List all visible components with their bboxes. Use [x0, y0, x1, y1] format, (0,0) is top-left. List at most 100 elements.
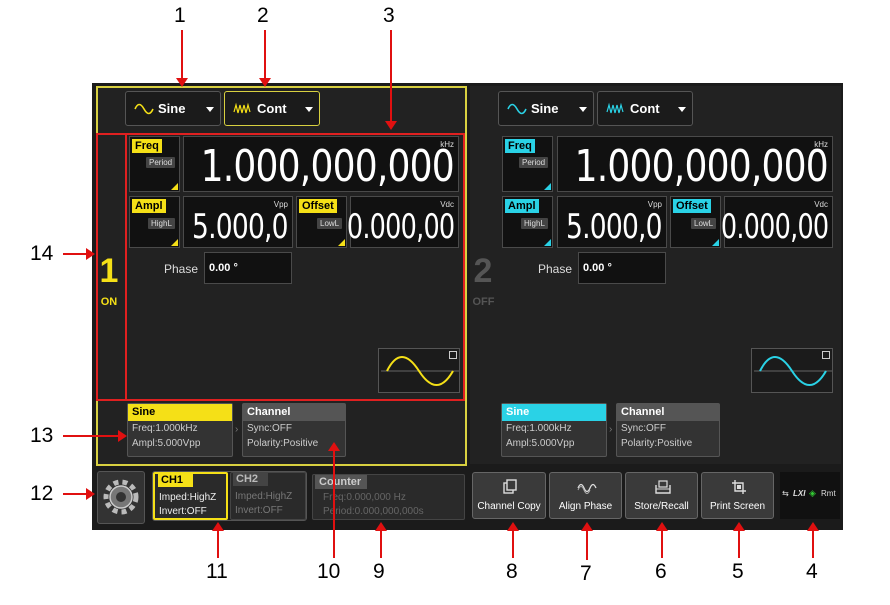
ch1-ampl-value-box[interactable]: Vpp 5.000,0 — [183, 196, 293, 248]
counter-title: Counter — [315, 475, 368, 489]
callout-arrowhead-7 — [581, 522, 593, 531]
store-recall-icon — [655, 480, 671, 494]
corner-triangle-icon — [338, 239, 345, 246]
ch1-freq-tab[interactable]: Freq Period — [129, 136, 180, 192]
ch1-offset-value: 0.000,00 — [346, 207, 454, 247]
ch1-channel-card-title: Channel — [243, 404, 345, 421]
ch2-freq-value-box[interactable]: kHz 1.000,000,000 — [557, 136, 833, 192]
store-recall-button[interactable]: Store/Recall — [625, 472, 698, 519]
ch2-period-label: Period — [519, 157, 549, 168]
lxi-icon: LXI — [793, 489, 806, 498]
ch1-mode-dropdown[interactable]: Cont — [224, 91, 320, 126]
align-phase-icon — [577, 483, 597, 494]
callout-7: 7 — [580, 562, 592, 585]
ch1-wave-info-card[interactable]: Sine Freq:1.000kHz Ampl:5.000Vpp — [127, 403, 233, 457]
ch2-number: 2 — [473, 252, 493, 290]
ch2-ampl-tab[interactable]: Ampl HighL — [502, 196, 553, 248]
ch1-freq-value-box[interactable]: kHz 1.000,000,000 — [183, 136, 459, 192]
callout-9: 9 — [373, 560, 385, 583]
ch2-mode-dropdown[interactable]: Cont — [597, 91, 693, 126]
edit-icon — [449, 351, 457, 359]
callout-11: 11 — [206, 560, 228, 583]
callout-10: 10 — [317, 560, 341, 583]
network-icon: ◈ — [809, 488, 816, 498]
ch2-phase-input[interactable]: 0.00 ° — [578, 252, 666, 284]
ch1-channel-card-sync: Sync:OFF — [247, 423, 293, 434]
utility-button[interactable] — [97, 471, 145, 524]
callout-arrowhead-4 — [807, 522, 819, 531]
ch1-waveform-preview[interactable] — [378, 348, 460, 393]
edit-icon — [822, 351, 830, 359]
corner-triangle-icon — [171, 183, 178, 190]
ch1-frame-divider — [125, 133, 127, 401]
counter-freq: Freq:0.000,000 Hz — [323, 492, 406, 503]
ch2-offset-label: Offset — [673, 199, 711, 213]
ch1-offset-value-box[interactable]: Vdc 0.000,00 — [346, 196, 459, 248]
callout-arrow-6 — [661, 530, 663, 558]
callout-6: 6 — [655, 560, 667, 583]
ch2-state: OFF — [472, 296, 495, 308]
ch1-mode-label: Cont — [257, 101, 287, 116]
ch2-offset-value: 0.000,00 — [720, 207, 828, 247]
ch1-tab-imped: Imped:HighZ — [159, 492, 217, 503]
ch2-wave-info-card[interactable]: Sine Freq:1.000kHz Ampl:5.000Vpp — [501, 403, 607, 457]
ch2-channel-info-card[interactable]: Channel Sync:OFF Polarity:Positive — [616, 403, 720, 457]
callout-12: 12 — [30, 482, 54, 505]
status-area: ⇆ LXI ◈ Rmt — [780, 472, 840, 519]
ch2-waveform-dropdown[interactable]: Sine — [498, 91, 594, 126]
callout-arrowhead-5 — [733, 522, 745, 531]
channel-copy-button[interactable]: Channel Copy — [472, 472, 546, 519]
corner-triangle-icon — [171, 239, 178, 246]
align-phase-label: Align Phase — [558, 501, 613, 512]
corner-triangle-icon — [544, 239, 551, 246]
ch1-number: 1 — [99, 252, 119, 290]
chevron-right-icon: › — [609, 424, 613, 435]
ch2-ampl-value-box[interactable]: Vpp 5.000,0 — [557, 196, 667, 248]
corner-triangle-icon — [544, 183, 551, 190]
callout-arrow-1 — [181, 30, 183, 80]
callout-1: 1 — [174, 4, 186, 27]
callout-arrow-11 — [217, 530, 219, 558]
ch2-offset-tab[interactable]: Offset LowL — [670, 196, 721, 248]
callout-arrow-10 — [333, 450, 335, 558]
print-screen-button[interactable]: Print Screen — [701, 472, 774, 519]
ch1-output-tab[interactable]: CH1 Imped:HighZ Invert:OFF — [153, 472, 228, 520]
ch1-phase-input[interactable]: 0.00 ° — [204, 252, 292, 284]
ch1-period-label: Period — [146, 157, 176, 168]
callout-arrow-5 — [738, 530, 740, 558]
callout-arrowhead-1 — [176, 78, 188, 87]
counter-period: Period:0.000,000,000s — [323, 506, 424, 517]
corner-triangle-icon — [712, 239, 719, 246]
ch1-state: ON — [100, 296, 118, 308]
print-screen-icon — [732, 480, 746, 494]
ch2-phase-label: Phase — [538, 262, 573, 276]
align-phase-button[interactable]: Align Phase — [549, 472, 622, 519]
callout-arrow-12 — [63, 493, 87, 495]
ch2-channel-card-title: Channel — [617, 404, 719, 421]
callout-arrowhead-6 — [656, 522, 668, 531]
callout-arrow-7 — [586, 530, 588, 560]
ch2-ampl-label: Ampl — [505, 199, 539, 213]
ch2-freq-label: Freq — [505, 139, 535, 153]
ch1-offset-tab[interactable]: Offset LowL — [296, 196, 347, 248]
ch1-tab-title: CH1 — [158, 474, 194, 487]
callout-arrow-4 — [812, 530, 814, 558]
ch1-ampl-tab[interactable]: Ampl HighL — [129, 196, 180, 248]
ch2-wave-card-freq: Freq:1.000kHz — [506, 423, 572, 434]
ch2-tab-title: CH2 — [233, 473, 269, 486]
burst-wave-icon — [606, 102, 624, 113]
ch1-waveform-dropdown[interactable]: Sine — [125, 91, 221, 126]
ch2-lowl-label: LowL — [691, 218, 717, 229]
ch2-offset-value-box[interactable]: Vdc 0.000,00 — [720, 196, 833, 248]
ch2-freq-tab[interactable]: Freq Period — [502, 136, 553, 192]
ch1-wave-card-freq: Freq:1.000kHz — [132, 423, 198, 434]
callout-8: 8 — [506, 560, 518, 583]
ch2-waveform-preview[interactable] — [751, 348, 833, 393]
ch1-lowl-label: LowL — [317, 218, 343, 229]
chevron-down-icon — [579, 106, 587, 112]
ch2-output-tab[interactable]: CH2 Imped:HighZ Invert:OFF — [230, 472, 306, 520]
callout-arrowhead-2 — [259, 78, 271, 87]
callout-arrowhead-3 — [385, 121, 397, 130]
copy-icon — [503, 479, 517, 494]
callout-arrow-13 — [63, 435, 119, 437]
